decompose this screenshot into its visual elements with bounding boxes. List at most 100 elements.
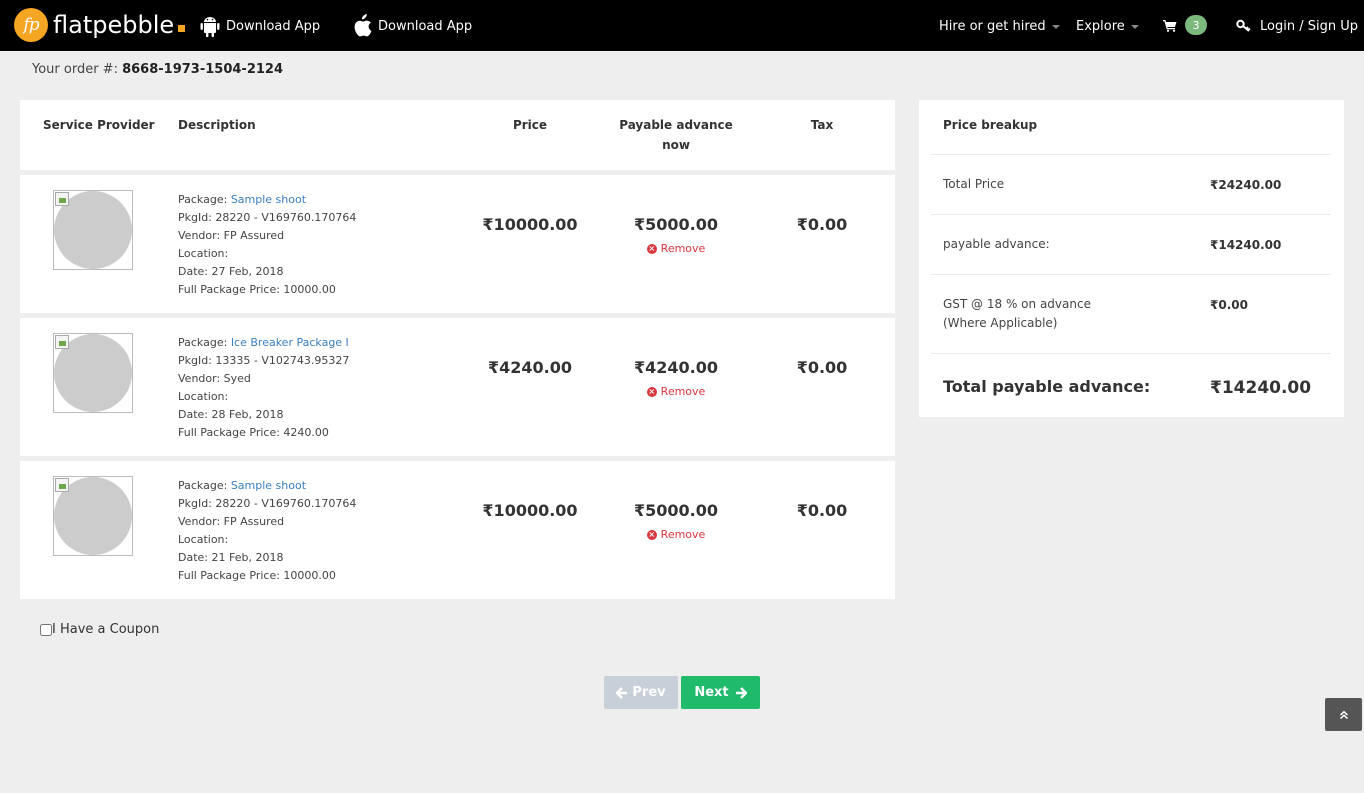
- breakup-row-gst: GST @ 18 % on advance (Where Applicable)…: [931, 274, 1331, 353]
- logo-mark: fp: [14, 8, 48, 42]
- cart-count-badge: 3: [1185, 15, 1207, 35]
- android-download-link[interactable]: Download App: [200, 14, 320, 38]
- coupon-toggle[interactable]: I Have a Coupon: [40, 622, 159, 637]
- vendor: Vendor: FP Assured: [178, 515, 285, 528]
- row-price: ₹10000.00: [482, 215, 578, 234]
- price-breakup-title: Price breakup: [943, 118, 1038, 132]
- double-chevron-up-icon: [1339, 710, 1348, 719]
- gst-value: ₹0.00: [1210, 298, 1248, 312]
- cart-link[interactable]: 3: [1163, 15, 1207, 35]
- package-label: Package:: [178, 479, 231, 492]
- hire-label: Hire or get hired: [939, 18, 1046, 34]
- package-label: Package:: [178, 193, 231, 206]
- brand-name: flatpebble: [53, 11, 175, 39]
- row-price: ₹10000.00: [482, 501, 578, 520]
- broken-image-icon: [55, 335, 69, 349]
- date: Date: 27 Feb, 2018: [178, 265, 284, 278]
- next-label: Next: [694, 685, 729, 700]
- order-number: 8668-1973-1504-2124: [122, 62, 284, 77]
- date: Date: 28 Feb, 2018: [178, 408, 284, 421]
- remove-button[interactable]: × Remove: [616, 242, 736, 255]
- cart-row: Package: Sample shoot PkgId: 28220 - V16…: [20, 461, 895, 599]
- arrow-right-icon: [735, 686, 747, 699]
- header-tax: Tax: [810, 118, 834, 132]
- row-description: Package: Ice Breaker Package I PkgId: 13…: [178, 334, 349, 442]
- brand-logo[interactable]: fp flatpebble: [14, 8, 186, 42]
- pkg-id: PkgId: 28220 - V169760.170764: [178, 211, 357, 224]
- android-download-label: Download App: [226, 18, 321, 34]
- remove-icon: ×: [646, 529, 657, 540]
- total-price-label: Total Price: [943, 177, 1005, 191]
- package-name-link[interactable]: Ice Breaker Package I: [231, 336, 349, 349]
- header-payable-line2: now: [662, 138, 690, 152]
- row-tax: ₹0.00: [796, 501, 848, 520]
- row-payable: ₹5000.00: [633, 501, 718, 520]
- gst-label-line1: GST @ 18 % on advance: [943, 297, 1091, 311]
- row-payable: ₹4240.00: [633, 358, 718, 377]
- package-name-link[interactable]: Sample shoot: [231, 193, 306, 206]
- row-description: Package: Sample shoot PkgId: 28220 - V16…: [178, 191, 356, 299]
- provider-thumbnail: [53, 333, 133, 413]
- chevron-down-icon: [1130, 25, 1139, 29]
- payable-advance-value: ₹14240.00: [1210, 238, 1282, 252]
- next-button[interactable]: Next: [681, 676, 760, 709]
- broken-image-icon: [55, 478, 69, 492]
- prev-button[interactable]: Prev: [604, 676, 678, 709]
- login-link[interactable]: Login / Sign Up: [1236, 16, 1358, 36]
- provider-thumbnail: [53, 190, 133, 270]
- location: Location:: [178, 533, 229, 546]
- header-payable-line1: Payable advance: [619, 118, 733, 132]
- arrow-left-icon: [616, 686, 628, 699]
- full-package-price: Full Package Price: 10000.00: [178, 569, 336, 582]
- package-line: Package: Ice Breaker Package I: [178, 334, 349, 352]
- vendor: Vendor: FP Assured: [178, 229, 285, 242]
- breakup-row-total-payable: Total payable advance: ₹14240.00: [931, 353, 1331, 417]
- coupon-label: I Have a Coupon: [52, 622, 160, 637]
- row-price: ₹4240.00: [487, 358, 572, 377]
- provider-thumbnail: [53, 476, 133, 556]
- header-payable-advance: Payable advance now: [606, 115, 746, 155]
- price-breakup-panel: Price breakup Total Price ₹24240.00 paya…: [919, 100, 1344, 417]
- explore-label: Explore: [1076, 18, 1125, 34]
- total-price-value: ₹24240.00: [1210, 178, 1282, 192]
- header-service-provider: Service Provider: [43, 118, 155, 132]
- row-description: Package: Sample shoot PkgId: 28220 - V16…: [178, 477, 356, 585]
- package-line: Package: Sample shoot: [178, 191, 356, 209]
- scroll-to-top-button[interactable]: [1325, 698, 1362, 731]
- gst-label-line2: (Where Applicable): [943, 316, 1058, 330]
- full-package-price: Full Package Price: 10000.00: [178, 283, 336, 296]
- ios-download-label: Download App: [378, 18, 473, 34]
- remove-button[interactable]: × Remove: [616, 528, 736, 541]
- row-tax: ₹0.00: [796, 358, 848, 377]
- row-tax: ₹0.00: [796, 215, 848, 234]
- explore-dropdown[interactable]: Explore: [1076, 16, 1139, 36]
- android-icon: [200, 17, 220, 37]
- login-label: Login / Sign Up: [1260, 18, 1358, 34]
- full-package-price: Full Package Price: 4240.00: [178, 426, 329, 439]
- hire-dropdown[interactable]: Hire or get hired: [939, 16, 1060, 36]
- remove-button[interactable]: × Remove: [616, 385, 736, 398]
- ios-download-link[interactable]: Download App: [352, 14, 472, 38]
- location: Location:: [178, 390, 229, 403]
- pkg-id: PkgId: 28220 - V169760.170764: [178, 497, 357, 510]
- remove-icon: ×: [646, 243, 657, 254]
- total-payable-label: Total payable advance:: [943, 377, 1151, 396]
- remove-label: Remove: [660, 242, 706, 255]
- chevron-down-icon: [1051, 25, 1060, 29]
- remove-label: Remove: [660, 528, 706, 541]
- order-prefix: Your order #:: [32, 62, 123, 77]
- apple-icon: [354, 14, 372, 37]
- coupon-checkbox[interactable]: [40, 623, 52, 636]
- row-payable: ₹5000.00: [633, 215, 718, 234]
- logo-square-icon: [178, 24, 186, 32]
- cart-row: Package: Sample shoot PkgId: 28220 - V16…: [20, 175, 895, 313]
- prev-label: Prev: [632, 685, 666, 700]
- package-name-link[interactable]: Sample shoot: [231, 479, 306, 492]
- cart-table-header: Service Provider Description Price Payab…: [20, 100, 895, 170]
- package-line: Package: Sample shoot: [178, 477, 356, 495]
- cart-row: Package: Ice Breaker Package I PkgId: 13…: [20, 318, 895, 456]
- payable-advance-label: payable advance:: [943, 237, 1050, 251]
- breakup-row-total-price: Total Price ₹24240.00: [931, 154, 1331, 214]
- cart-icon: [1163, 19, 1177, 32]
- total-payable-value: ₹14240.00: [1210, 378, 1312, 398]
